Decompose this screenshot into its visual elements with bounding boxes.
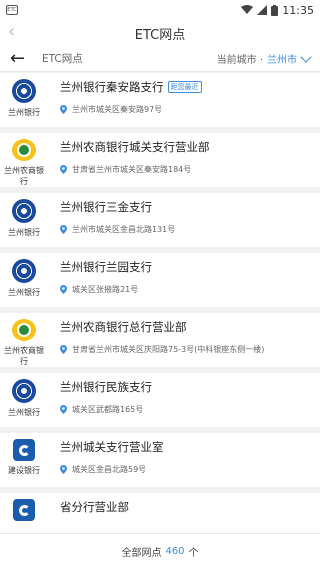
branch-address: 兰州市城关区金昌北路131号 [72,225,176,234]
branch-info: 兰州银行民族支行城关区武都路165号 [48,373,320,427]
location-pin-icon [60,105,67,114]
branch-name: 兰州城关支行营业室 [60,440,164,454]
footer-suffix: 个 [188,548,199,559]
status-bar: ETC 11:35 [0,0,320,20]
bank-logo-column [0,493,48,533]
branch-info: 兰州银行三金支行兰州市城关区金昌北路131号 [48,193,320,247]
status-indicators: 11:35 [241,4,314,17]
branch-count: 460 [165,546,185,557]
location-pin-icon [60,345,67,354]
branch-info: 兰州农商银行总行营业部甘肃省兰州市城关区庆阳路75-3号(中科银座东侧一楼) [48,313,320,367]
branch-address: 城关区张掖路21号 [72,285,139,294]
jianshe-bank-logo-icon [13,499,35,521]
page-title: ETC网点 [134,27,186,43]
nearest-badge: 距您最近 [167,81,202,93]
location-pin-icon [60,285,67,294]
location-pin-icon [60,225,67,234]
bank-label: 兰州农商银行 [4,346,44,366]
branch-address: 甘肃省兰州市城关区庆阳路75-3号(中科银座东侧一楼) [72,345,265,354]
bank-label: 兰州银行 [8,408,40,417]
jianshe-bank-logo-icon [13,439,35,461]
bank-logo-column: 兰州银行 [0,193,48,247]
location-pin-icon [60,165,67,174]
lanzhou-bank-logo-icon [12,259,36,283]
branch-info: 兰州银行兰园支行城关区张掖路21号 [48,253,320,307]
bank-label: 兰州银行 [8,108,40,117]
footer-summary: 全部网点 460 个 [0,533,320,569]
chevron-down-icon [300,50,312,63]
bank-logo-column: 兰州农商银行 [0,313,48,367]
status-time: 11:35 [282,3,314,17]
branch-address: 城关区金昌北路59号 [72,465,147,474]
branch-name: 兰州银行秦安路支行 [60,80,164,94]
bank-label: 兰州农商银行 [4,166,44,186]
branch-card[interactable]: 省分行营业部 [0,493,320,533]
bank-logo-column: 兰州农商银行 [0,133,48,187]
city-name: 兰州市 [267,55,297,66]
branch-card[interactable]: 兰州银行 兰州银行三金支行 兰州市城关区金昌北路131号 [0,193,320,247]
branch-info: 兰州城关支行营业室城关区金昌北路59号 [48,433,320,487]
branch-list: 兰州银行 兰州银行秦安路支行 距您最近 兰州市城关区秦安路97号 兰州农商银行 兰州农商银… [0,73,320,533]
branch-name: 省分行营业部 [60,500,129,514]
branch-card[interactable]: 兰州银行 兰州银行秦安路支行 距您最近 兰州市城关区秦安路97号 [0,73,320,127]
signal-icon [257,5,268,15]
branch-name: 兰州农商银行城关支行营业部 [60,140,210,154]
bank-logo-column: 兰州银行 [0,253,48,307]
lanzhou-bank-logo-icon [12,379,36,403]
location-pin-icon [60,405,67,414]
branch-info: 省分行营业部 [48,493,320,533]
lanzhou-bank-logo-icon [12,199,36,223]
app-notification-icon: ETC [6,5,18,15]
branch-card[interactable]: 兰州银行 兰州银行兰园支行 城关区张掖路21号 [0,253,320,307]
city-selector[interactable]: 当前城市 · 兰州市 [216,50,312,66]
nongshang-bank-logo-icon [12,319,36,341]
bank-logo-column: 建设银行 [0,433,48,487]
back-chevron-icon[interactable]: ‹ [8,23,15,41]
branch-card[interactable]: 兰州农商银行 兰州农商银行总行营业部 甘肃省兰州市城关区庆阳路75-3号(中科银座东… [0,313,320,367]
top-nav-bar: ‹ ETC网点 [0,20,320,46]
sub-header-title: ETC网点 [42,53,83,65]
bank-logo-column: 兰州银行 [0,373,48,427]
branch-info: 兰州农商银行城关支行营业部甘肃省兰州市城关区秦安路184号 [48,133,320,187]
branch-name: 兰州银行民族支行 [60,380,152,394]
location-pin-icon [60,465,67,474]
battery-icon [271,4,279,16]
branch-name: 兰州农商银行总行营业部 [60,320,187,334]
footer-prefix: 全部网点 [121,548,162,559]
bank-label: 兰州银行 [8,288,40,297]
branch-card[interactable]: 兰州银行 兰州银行民族支行 城关区武都路165号 [0,373,320,427]
branch-address: 兰州市城关区秦安路97号 [72,105,163,114]
branch-card[interactable]: 建设银行 兰州城关支行营业室 城关区金昌北路59号 [0,433,320,487]
branch-card[interactable]: 兰州农商银行 兰州农商银行城关支行营业部 甘肃省兰州市城关区秦安路184号 [0,133,320,187]
nongshang-bank-logo-icon [12,139,36,161]
branch-name: 兰州银行三金支行 [60,200,152,214]
city-prefix: 当前城市 · [216,55,263,66]
lanzhou-bank-logo-icon [12,79,36,103]
branch-address: 城关区武都路165号 [72,405,144,414]
bank-logo-column: 兰州银行 [0,73,48,127]
bank-label: 建设银行 [8,466,40,475]
bank-label: 兰州银行 [8,228,40,237]
back-arrow-icon[interactable]: ← [10,49,34,68]
branch-address: 甘肃省兰州市城关区秦安路184号 [72,165,192,174]
sub-header: ← ETC网点 当前城市 · 兰州市 [0,46,320,72]
wifi-icon [241,5,254,14]
branch-name: 兰州银行兰园支行 [60,260,152,274]
branch-info: 兰州银行秦安路支行 距您最近兰州市城关区秦安路97号 [48,73,320,127]
